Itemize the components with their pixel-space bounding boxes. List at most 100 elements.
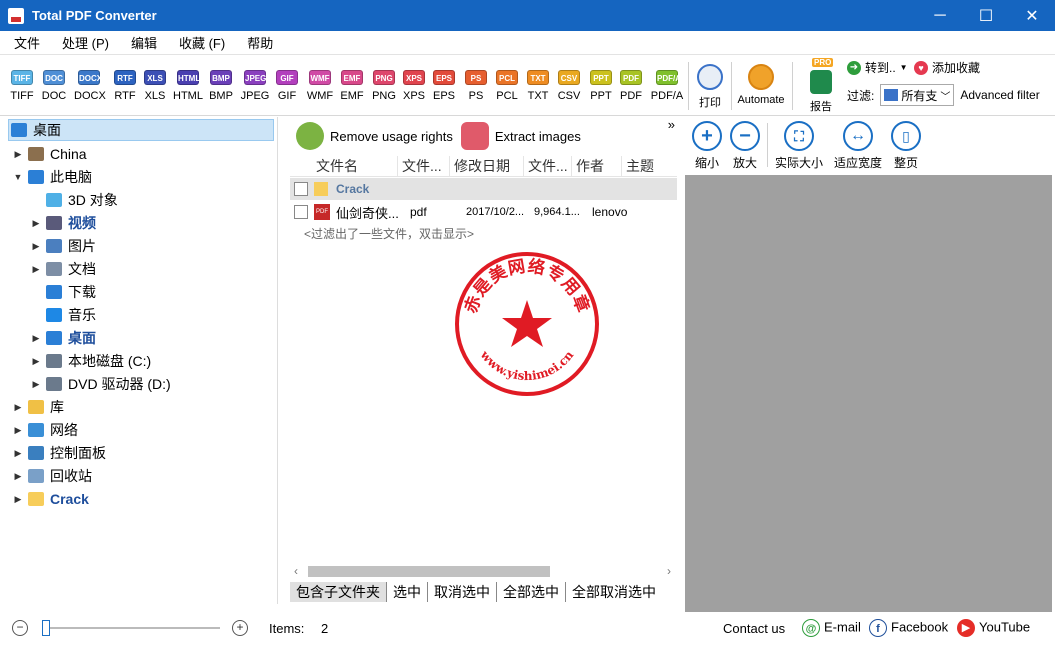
convert-to-doc-button[interactable]: DOC DOC	[39, 70, 69, 102]
zoom-plus-button[interactable]: +	[232, 620, 248, 636]
tree-item[interactable]: ▶ 视频	[30, 212, 96, 234]
convert-to-png-button[interactable]: PNG PNG	[369, 70, 399, 102]
convert-to-docx-button[interactable]: DOCX DOCX	[74, 70, 106, 102]
tree-item[interactable]: ▶ 回收站	[12, 465, 92, 487]
tree-item[interactable]: 3D 对象	[30, 189, 118, 211]
select-all-button[interactable]: 全部选中	[497, 581, 566, 602]
document-preview-area[interactable]	[685, 175, 1052, 612]
col-filesize[interactable]: 文件...	[524, 155, 572, 176]
convert-to-xls-button[interactable]: XLS XLS	[140, 70, 170, 102]
tree-item[interactable]: ▶ 本地磁盘 (C:)	[30, 350, 152, 372]
convert-to-pdf-a-button[interactable]: PDF/A PDF/A	[650, 70, 684, 102]
menu-edit[interactable]: 编辑	[117, 33, 165, 52]
chevron-down-icon[interactable]: ▼	[12, 172, 24, 182]
chevron-right-icon[interactable]: ▶	[30, 333, 42, 344]
tree-item[interactable]: ▶ 桌面	[30, 327, 96, 349]
scroll-left-icon[interactable]: ‹	[294, 564, 298, 578]
convert-to-csv-button[interactable]: CSV CSV	[554, 70, 584, 102]
scrollbar-thumb[interactable]	[308, 566, 550, 577]
zoom-in-button[interactable]: − 放大	[729, 121, 761, 171]
remove-usage-rights-button[interactable]: Remove usage rights	[296, 122, 453, 150]
convert-to-pcl-button[interactable]: PCL PCL	[492, 70, 522, 102]
horizontal-scrollbar[interactable]: ‹ ›	[290, 564, 677, 578]
chevron-right-icon[interactable]: ▶	[12, 448, 24, 459]
maximize-button[interactable]: ☐	[963, 0, 1009, 31]
folder-tree[interactable]: 桌面 ▶ China ▼ 此电脑 3D 对象 ▶ 视频 ▶ 图片 ▶ 文档 下载 音乐 ▶ 桌面 ▶ 本地磁盘 …	[0, 117, 278, 604]
actual-size-button[interactable]: ⛶ 实际大小	[773, 121, 825, 171]
convert-to-rtf-button[interactable]: RTF RTF	[110, 70, 140, 102]
menu-help[interactable]: 帮助	[233, 33, 281, 52]
zoom-out-button[interactable]: + 缩小	[691, 121, 723, 171]
automate-button[interactable]: Automate	[735, 64, 787, 106]
convert-to-button[interactable]: ➜ 转到.. ▼	[847, 59, 908, 76]
more-actions-button[interactable]: »	[668, 117, 675, 132]
convert-to-tiff-button[interactable]: TIFF TIFF	[7, 70, 37, 102]
col-filetype[interactable]: 文件...	[398, 155, 450, 176]
convert-to-jpeg-button[interactable]: JPEG JPEG	[240, 70, 270, 102]
tree-item[interactable]: ▶ DVD 驱动器 (D:)	[30, 373, 171, 395]
convert-to-ppt-button[interactable]: PPT PPT	[586, 70, 616, 102]
contact-us-link[interactable]: Contact us	[723, 621, 785, 636]
chevron-right-icon[interactable]: ▶	[30, 264, 42, 275]
tree-item[interactable]: ▶ 库	[12, 396, 64, 418]
convert-to-ps-button[interactable]: PS PS	[461, 70, 491, 102]
filter-select[interactable]: 所有支 ﹀	[880, 84, 955, 106]
select-button[interactable]: 选中	[387, 581, 428, 602]
tree-item[interactable]: 音乐	[30, 304, 96, 326]
tree-item[interactable]: ▶ 图片	[30, 235, 96, 257]
convert-to-html-button[interactable]: HTML HTML	[173, 70, 203, 102]
extract-images-button[interactable]: Extract images	[460, 122, 581, 150]
chevron-right-icon[interactable]: ▶	[12, 149, 24, 160]
tree-item[interactable]: ▶ 控制面板	[12, 442, 106, 464]
col-filename[interactable]: 文件名	[310, 155, 398, 176]
convert-to-pdf-button[interactable]: PDF PDF	[616, 70, 646, 102]
chevron-right-icon[interactable]: ▶	[12, 402, 24, 413]
chevron-right-icon[interactable]: ▶	[30, 379, 42, 390]
close-button[interactable]: ✕	[1009, 0, 1055, 31]
full-page-button[interactable]: ▯ 整页	[888, 121, 924, 171]
filtered-hint[interactable]: <过滤出了一些文件，双击显示>	[304, 225, 474, 242]
menu-favorites[interactable]: 收藏 (F)	[165, 33, 233, 52]
add-favorite-button[interactable]: ♥ 添加收藏	[914, 59, 980, 76]
col-author[interactable]: 作者	[572, 155, 622, 176]
convert-to-xps-button[interactable]: XPS XPS	[399, 70, 429, 102]
fit-width-button[interactable]: ↔ 适应宽度	[832, 121, 884, 171]
thumbnail-size-slider[interactable]	[42, 619, 220, 637]
convert-to-bmp-button[interactable]: BMP BMP	[206, 70, 236, 102]
include-subfolders-button[interactable]: 包含子文件夹	[290, 581, 387, 602]
chevron-right-icon[interactable]: ▶	[30, 241, 42, 252]
email-link[interactable]: @ E-mail	[802, 619, 861, 637]
chevron-right-icon[interactable]: ▶	[12, 494, 24, 505]
chevron-right-icon[interactable]: ▶	[12, 425, 24, 436]
slider-knob[interactable]	[42, 620, 50, 636]
row-checkbox[interactable]	[294, 182, 308, 196]
youtube-link[interactable]: ▶ YouTube	[957, 619, 1030, 637]
chevron-right-icon[interactable]: ▶	[30, 218, 42, 229]
folder-group-row[interactable]: Crack	[290, 178, 677, 200]
scroll-right-icon[interactable]: ›	[667, 564, 671, 578]
file-row[interactable]: PDF 仙剑奇侠... pdf 2017/10/2... 9,964.1... lenov…	[290, 201, 677, 223]
tree-root-desktop[interactable]: 桌面	[8, 119, 274, 141]
tree-item[interactable]: ▶ 文档	[30, 258, 96, 280]
minimize-button[interactable]: ─	[917, 0, 963, 31]
tree-item[interactable]: ▶ China	[12, 143, 87, 165]
zoom-minus-button[interactable]: −	[12, 620, 28, 636]
menu-file[interactable]: 文件	[0, 33, 48, 52]
deselect-all-button[interactable]: 全部取消选中	[566, 582, 662, 602]
convert-to-txt-button[interactable]: TXT TXT	[523, 70, 553, 102]
convert-to-gif-button[interactable]: GIF GIF	[272, 70, 302, 102]
print-button[interactable]: 打印	[694, 64, 726, 110]
tree-item[interactable]: ▶ 网络	[12, 419, 78, 441]
report-button[interactable]: PRO 报告	[804, 58, 838, 114]
deselect-button[interactable]: 取消选中	[428, 581, 497, 602]
chevron-right-icon[interactable]: ▶	[30, 356, 42, 367]
tree-item[interactable]: 下载	[30, 281, 96, 303]
row-checkbox[interactable]	[294, 205, 308, 219]
tree-item[interactable]: ▶ Crack	[12, 488, 89, 510]
facebook-link[interactable]: f Facebook	[869, 619, 948, 637]
advanced-filter-link[interactable]: Advanced filter	[960, 88, 1039, 102]
convert-to-wmf-button[interactable]: WMF WMF	[305, 70, 335, 102]
convert-to-eps-button[interactable]: EPS EPS	[429, 70, 459, 102]
col-modified[interactable]: 修改日期	[450, 155, 524, 176]
chevron-right-icon[interactable]: ▶	[12, 471, 24, 482]
